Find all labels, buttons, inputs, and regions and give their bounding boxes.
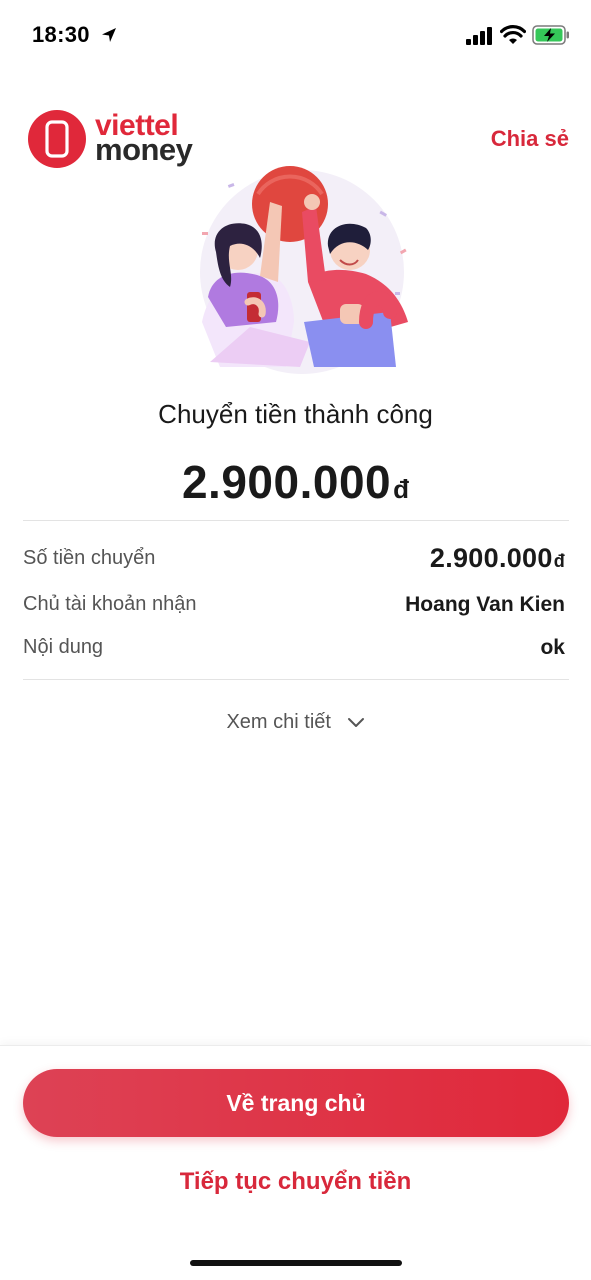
- status-time: 18:30: [32, 22, 90, 47]
- success-illustration: [200, 166, 408, 374]
- divider: [23, 679, 569, 680]
- transfer-amount-currency: đ: [393, 474, 410, 504]
- detail-amount-value: 2.900.000: [429, 543, 553, 573]
- back-to-home-button[interactable]: Về trang chủ: [23, 1069, 569, 1137]
- cellular-signal-icon: [466, 27, 492, 45]
- wifi-icon: [500, 25, 526, 44]
- detail-label: Nội dung: [23, 636, 104, 658]
- detail-row-amount: Số tiền chuyển 2.900.000đ: [23, 543, 569, 577]
- chevron-down-icon: [347, 717, 364, 727]
- detail-row-content: Nội dung ok: [23, 636, 569, 666]
- status-bar: 18:30: [0, 0, 591, 70]
- detail-value: 2.900.000đ: [430, 543, 565, 574]
- detail-value: Hoang Van Kien: [405, 593, 565, 616]
- detail-row-recipient: Chủ tài khoản nhận Hoang Van Kien: [23, 593, 569, 623]
- viettel-money-logo: viettel money: [27, 107, 202, 169]
- home-indicator: [190, 1260, 402, 1266]
- logo-text-money: money: [95, 132, 193, 167]
- battery-charging-icon: [532, 25, 569, 45]
- divider: [23, 520, 569, 521]
- view-details-toggle[interactable]: Xem chi tiết: [0, 711, 591, 734]
- location-arrow-icon: [102, 28, 116, 42]
- transfer-amount: 2.900.000đ: [0, 455, 591, 509]
- transfer-amount-value: 2.900.000: [181, 456, 392, 508]
- detail-label: Chủ tài khoản nhận: [23, 593, 197, 615]
- detail-label: Số tiền chuyển: [23, 547, 156, 569]
- detail-amount-currency: đ: [553, 551, 565, 571]
- detail-value: ok: [540, 636, 565, 659]
- view-details-label: Xem chi tiết: [226, 711, 331, 734]
- success-title: Chuyển tiền thành công: [158, 399, 433, 429]
- share-button[interactable]: Chia sẻ: [491, 126, 569, 152]
- continue-transfer-button[interactable]: Tiếp tục chuyển tiền: [0, 1168, 591, 1196]
- viettel-logo-icon: [28, 110, 86, 168]
